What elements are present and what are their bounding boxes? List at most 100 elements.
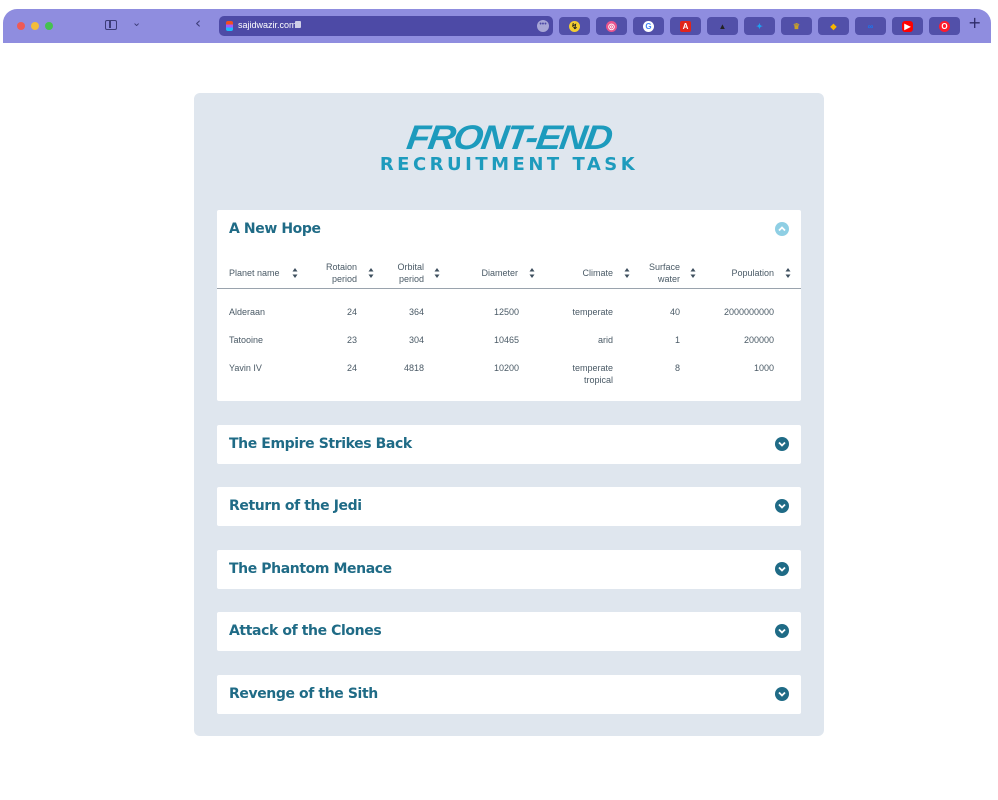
sort-icon[interactable] — [624, 267, 630, 279]
bookmark-opera[interactable]: O — [929, 17, 960, 35]
film-title: The Phantom Menace — [229, 561, 392, 577]
film-title: A New Hope — [229, 221, 321, 237]
cell-planet-name: Alderaan — [229, 307, 266, 317]
cell-climate: temperate — [572, 363, 613, 373]
film-card-a-new-hope: A New Hope Planet name Rotaion period Orb… — [217, 210, 801, 401]
film-title: Attack of the Clones — [229, 623, 382, 639]
address-bar[interactable]: sajidwazir.com ••• — [219, 16, 553, 36]
chevron-down-icon[interactable] — [775, 562, 789, 576]
minimize-window-icon[interactable] — [31, 22, 39, 30]
column-label: Planet name — [229, 268, 280, 278]
film-header[interactable]: The Phantom Menace — [217, 550, 801, 589]
cell-planet-name: Tatooine — [229, 335, 264, 345]
lock-icon — [295, 21, 301, 28]
film-header[interactable]: The Empire Strikes Back — [217, 425, 801, 464]
film-header[interactable]: Return of the Jedi — [217, 487, 801, 526]
bookmark-mountain[interactable]: ▲ — [707, 17, 738, 35]
column-header-population[interactable]: Population — [717, 257, 774, 289]
close-window-icon[interactable] — [17, 22, 25, 30]
bookmark-meta[interactable]: ∞ — [855, 17, 886, 35]
sort-icon[interactable] — [690, 267, 696, 279]
meta-icon: ∞ — [867, 22, 874, 31]
maximize-window-icon[interactable] — [45, 22, 53, 30]
cell-orbital-period: 304 — [408, 335, 424, 345]
figma-favicon-icon — [226, 21, 233, 31]
bookmark-youtube[interactable]: ▶ — [892, 17, 923, 35]
chevron-down-icon[interactable] — [775, 437, 789, 451]
column-label: Diameter — [481, 268, 518, 278]
bookmark-twitter[interactable]: ✦ — [744, 17, 775, 35]
planets-table-header: Planet name Rotaion period Orbital period … — [217, 257, 801, 289]
more-options-icon[interactable]: ••• — [537, 20, 549, 32]
column-header-planet-name[interactable]: Planet name — [229, 257, 289, 289]
film-card-revenge-of-the-sith[interactable]: Revenge of the Sith — [217, 675, 801, 714]
sort-icon[interactable] — [785, 267, 791, 279]
column-label: Rotaion — [325, 262, 357, 272]
column-label: period — [398, 274, 424, 284]
cell-surface-water: 40 — [669, 307, 680, 317]
browser-toolbar: ⌄ ‹ sajidwazir.com ••• ↯ ◎ G A ▲ ✦ ♛ ◆ ∞… — [3, 9, 991, 43]
logo-main-text: FRONT-END — [404, 119, 614, 157]
film-title: Revenge of the Sith — [229, 686, 378, 702]
youtube-icon: ▶ — [902, 21, 913, 32]
bookmark-trophy[interactable]: ♛ — [781, 17, 812, 35]
cell-rotation-period: 24 — [346, 307, 357, 317]
bookmark-klarna[interactable]: ↯ — [559, 17, 590, 35]
cell-rotation-period: 23 — [346, 335, 357, 345]
film-card-return-of-the-jedi[interactable]: Return of the Jedi — [217, 487, 801, 526]
cell-population: 2000000000 — [723, 307, 774, 317]
cell-climate: temperate — [572, 307, 613, 317]
column-label: Surface — [648, 262, 680, 272]
cell-diameter: 12500 — [493, 307, 519, 317]
film-title: The Empire Strikes Back — [229, 436, 412, 452]
bookmark-dribbble[interactable]: ◎ — [596, 17, 627, 35]
film-card-phantom-menace[interactable]: The Phantom Menace — [217, 550, 801, 589]
sketch-icon: ◆ — [830, 22, 837, 31]
bookmark-sketch[interactable]: ◆ — [818, 17, 849, 35]
klarna-icon: ↯ — [569, 21, 580, 32]
film-title: Return of the Jedi — [229, 498, 362, 514]
column-header-diameter[interactable]: Diameter — [467, 257, 518, 289]
logo-sub-text: RECRUITMENT TASK — [379, 154, 639, 175]
back-arrow-icon[interactable]: ‹ — [195, 14, 201, 32]
sort-icon[interactable] — [292, 267, 298, 279]
chevron-down-icon[interactable] — [775, 499, 789, 513]
sort-icon[interactable] — [434, 267, 440, 279]
column-label: Population — [731, 268, 774, 278]
chevron-down-icon[interactable]: ⌄ — [132, 16, 141, 29]
column-label: period — [331, 274, 357, 284]
column-header-rotation-period[interactable]: Rotaion period — [317, 257, 357, 289]
cell-climate-second-line: tropical — [583, 375, 613, 385]
adobe-icon: A — [680, 21, 691, 32]
cell-population: 1000 — [753, 363, 774, 373]
column-header-climate[interactable]: Climate — [557, 257, 613, 289]
film-card-empire-strikes-back[interactable]: The Empire Strikes Back — [217, 425, 801, 464]
cell-orbital-period: 364 — [408, 307, 424, 317]
film-header[interactable]: Revenge of the Sith — [217, 675, 801, 714]
cell-rotation-period: 24 — [346, 363, 357, 373]
sort-icon[interactable] — [529, 267, 535, 279]
new-tab-button[interactable]: + — [968, 13, 981, 32]
chevron-down-icon[interactable] — [775, 687, 789, 701]
main-panel: FRONT-END RECRUITMENT TASK A New Hope Pl… — [194, 93, 824, 736]
opera-icon: O — [939, 21, 950, 32]
sort-icon[interactable] — [368, 267, 374, 279]
film-header[interactable]: Attack of the Clones — [217, 612, 801, 651]
cell-diameter: 10200 — [493, 363, 519, 373]
trophy-icon: ♛ — [792, 22, 801, 31]
chevron-down-icon[interactable] — [775, 624, 789, 638]
column-header-surface-water[interactable]: Surface water — [637, 257, 680, 289]
film-card-attack-of-the-clones[interactable]: Attack of the Clones — [217, 612, 801, 651]
column-header-orbital-period[interactable]: Orbital period — [387, 257, 424, 289]
column-label: Orbital — [397, 262, 424, 272]
sidebar-toggle-icon[interactable] — [105, 20, 117, 30]
google-icon: G — [643, 21, 654, 32]
film-header[interactable]: A New Hope — [217, 210, 801, 249]
chevron-up-icon[interactable] — [775, 222, 789, 236]
column-label: water — [657, 274, 680, 284]
cell-orbital-period: 4818 — [403, 363, 424, 373]
mountain-icon: ▲ — [718, 22, 727, 31]
bookmark-google[interactable]: G — [633, 17, 664, 35]
bookmark-adobe[interactable]: A — [670, 17, 701, 35]
cell-population: 200000 — [743, 335, 774, 345]
